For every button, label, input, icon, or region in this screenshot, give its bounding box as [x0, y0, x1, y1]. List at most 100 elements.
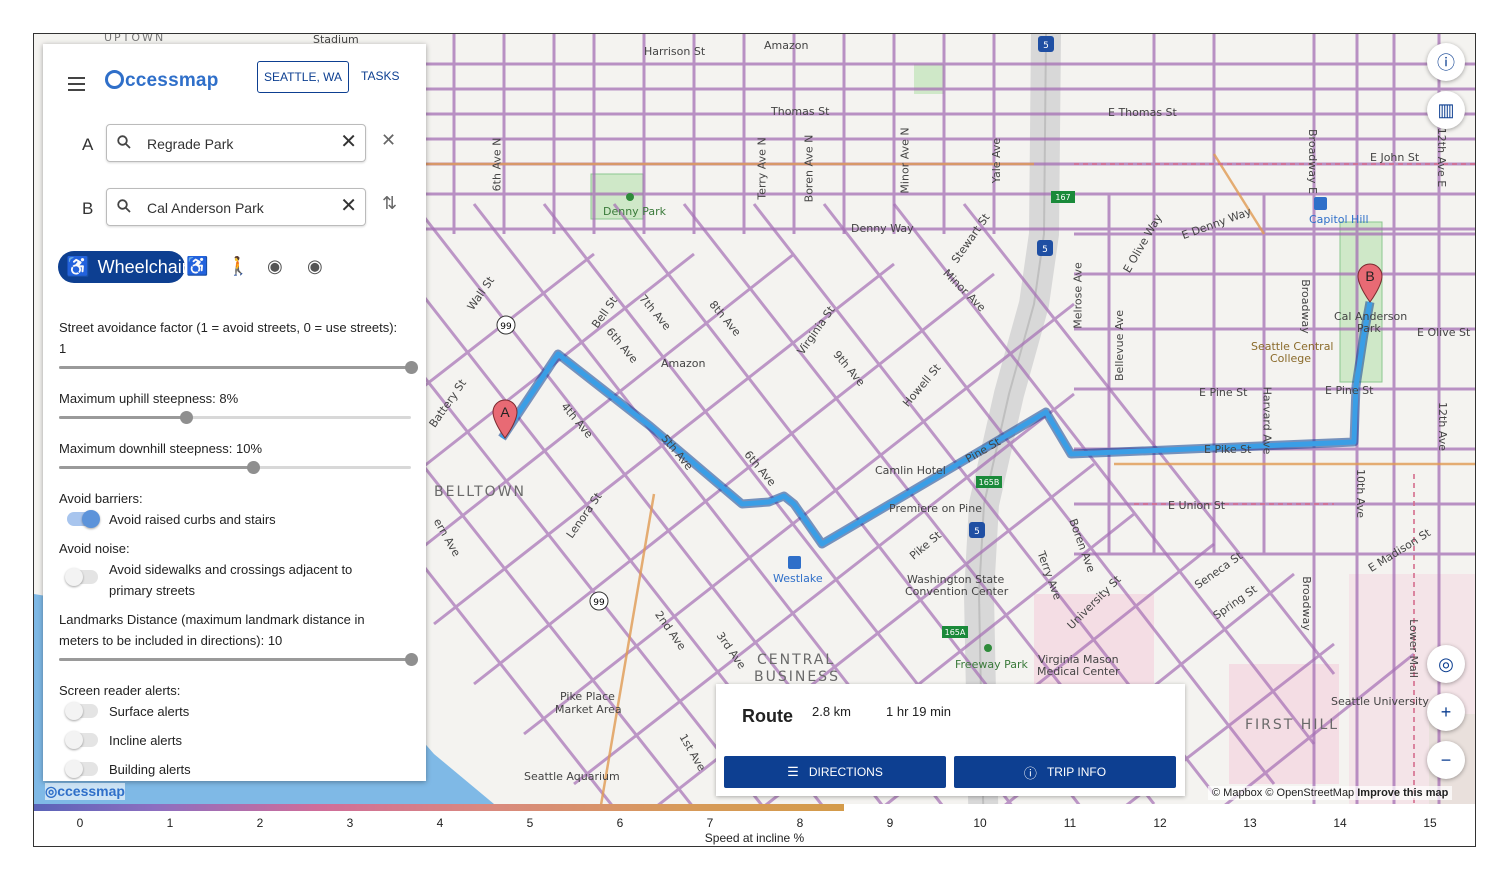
exit-167-shield: 167 — [1051, 191, 1075, 203]
zoom-in-button[interactable]: + — [1427, 693, 1465, 731]
landmarks-slider[interactable] — [59, 653, 418, 666]
label-seattle-university: Seattle University — [1331, 695, 1429, 708]
label-yale: Yale Ave — [990, 137, 1004, 184]
legend-tick: 11 — [1063, 816, 1077, 830]
label-cal-anderson-2: Park — [1357, 322, 1381, 335]
attribution-osm[interactable]: © OpenStreetMap — [1265, 787, 1354, 799]
label-aquarium: Seattle Aquarium — [524, 770, 620, 783]
slider-knob[interactable] — [246, 461, 260, 474]
accessmap-watermark-logo: ◎ccessmap — [45, 783, 125, 800]
toggle-knob — [65, 568, 83, 586]
slider-fill — [59, 416, 186, 419]
legend-tick: 1 — [166, 816, 174, 830]
capitol-hill-transit-icon — [1314, 197, 1327, 210]
directions-button[interactable]: ☰ DIRECTIONS — [724, 756, 946, 788]
i5-shield-top: 5 — [1038, 36, 1054, 52]
destination-search-field[interactable]: Cal Anderson Park ✕ — [106, 188, 366, 226]
mode-custom-2-icon[interactable]: ◉ — [307, 256, 323, 277]
clear-destination-icon[interactable]: ✕ — [340, 196, 357, 216]
route-card: Route 2.8 km 1 hr 19 min ☰ DIRECTIONS ⓘ TR… — [716, 684, 1185, 796]
slider-knob[interactable] — [179, 411, 193, 424]
label-premiere: Premiere on Pine — [889, 502, 982, 515]
label-broadway-e: Broadway E — [1305, 129, 1319, 194]
avoid-noise-label: Avoid sidewalks and crossings adjacent t… — [109, 562, 353, 598]
route-duration: 1 hr 19 min — [886, 704, 952, 719]
label-wscc-2: Convention Center — [905, 585, 1009, 598]
menu-icon[interactable] — [68, 77, 85, 91]
legend-tick: 15 — [1423, 816, 1437, 830]
search-icon — [117, 135, 131, 149]
swap-waypoints-icon[interactable]: ⇅ — [382, 193, 397, 214]
svg-text:5: 5 — [974, 527, 980, 537]
legend-tick: 9 — [886, 816, 894, 830]
search-icon — [117, 199, 131, 213]
toggle-knob — [65, 760, 83, 778]
building-alerts-label: Building alerts — [109, 762, 191, 777]
mode-powered-wheelchair-icon[interactable]: ♿ — [186, 256, 208, 277]
trip-info-button[interactable]: ⓘ TRIP INFO — [954, 756, 1176, 788]
incline-alerts-toggle[interactable] — [65, 731, 98, 749]
slider-knob[interactable] — [405, 361, 418, 374]
label-e-pine-2: E Pine St — [1325, 384, 1374, 397]
marker-a-label: A — [500, 404, 510, 420]
info-button[interactable]: ⓘ — [1427, 43, 1465, 81]
mode-wheelchair-button[interactable]: ♿ Wheelchair — [58, 251, 188, 283]
label-twelfth-e: 12th Ave E — [1435, 127, 1449, 188]
street-avoidance-slider[interactable] — [59, 361, 418, 374]
label-seattle-central-2: College — [1270, 352, 1312, 365]
logo-ring-icon — [105, 70, 124, 89]
label-westlake: Westlake — [773, 572, 823, 585]
toggle-knob — [65, 702, 83, 720]
label-tenth: 10th Ave — [1353, 469, 1367, 518]
avoid-noise-toggle[interactable] — [65, 568, 98, 586]
origin-search-field[interactable]: Regrade Park ✕ — [106, 124, 366, 162]
attribution-mapbox[interactable]: © Mapbox — [1212, 787, 1262, 799]
legend-tick: 4 — [436, 816, 444, 830]
label-minor-n: Minor Ave N — [898, 127, 912, 194]
label-denny-way: Denny Way — [851, 222, 914, 235]
uphill-slider[interactable] — [59, 411, 411, 424]
sr99-shield-north: 99 — [496, 315, 516, 335]
label-harvard: Harvard Ave — [1260, 386, 1274, 455]
label-e-thomas: E Thomas St — [1108, 106, 1177, 119]
close-directions-icon[interactable]: ✕ — [381, 130, 396, 151]
marker-b-label: B — [1365, 268, 1374, 284]
wheelchair-icon: ♿ — [66, 257, 90, 278]
surface-alerts-toggle[interactable] — [65, 702, 98, 720]
district-central-business-2: BUSINESS — [754, 669, 840, 685]
label-e-union: E Union St — [1168, 499, 1226, 512]
label-e-olive: E Olive St — [1417, 326, 1471, 339]
zoom-out-button[interactable]: − — [1427, 741, 1465, 779]
avoid-barriers-heading: Avoid barriers: — [59, 491, 143, 506]
landmarks-label: Landmarks Distance (maximum landmark dis… — [59, 612, 365, 648]
freeway-park-tree-icon — [984, 644, 992, 652]
i5-shield-low: 5 — [969, 522, 985, 538]
attribution-improve[interactable]: Improve this map — [1357, 787, 1448, 799]
avoid-barriers-toggle[interactable] — [67, 510, 100, 528]
region-button[interactable]: SEATTLE, WA — [257, 61, 349, 93]
label-broadway-s: Broadway — [1299, 576, 1313, 631]
trip-info-button-label: TRIP INFO — [1046, 765, 1107, 779]
legend-tick: 8 — [796, 816, 804, 830]
route-title: Route — [742, 706, 793, 726]
label-camlin: Camlin Hotel — [875, 464, 946, 477]
mode-custom-1-icon[interactable]: ◉ — [267, 256, 283, 277]
label-thomas: Thomas St — [771, 105, 830, 118]
waypoint-b-letter: B — [82, 199, 94, 218]
legend-tick: 13 — [1243, 816, 1257, 830]
watermark-text: ccessmap — [57, 783, 125, 799]
tasks-button[interactable]: TASKS — [361, 69, 399, 83]
screen-reader-heading: Screen reader alerts: — [59, 683, 181, 698]
waypoint-a-letter: A — [82, 135, 94, 154]
map-layers-button[interactable]: ▥ — [1427, 91, 1465, 129]
crosshair-icon: ◎ — [1438, 653, 1454, 674]
label-virginia-mason-2: Medical Center — [1037, 665, 1120, 678]
clear-origin-icon[interactable]: ✕ — [340, 132, 357, 152]
downhill-slider[interactable] — [59, 461, 411, 474]
exit-165b-shield: 165B — [976, 476, 1002, 488]
mode-cane-icon[interactable]: 🚶 — [227, 256, 249, 277]
settings-panel: ccessmap SEATTLE, WA TASKS A Regrade Par… — [43, 44, 426, 781]
building-alerts-toggle[interactable] — [65, 760, 98, 778]
locate-button[interactable]: ◎ — [1427, 645, 1465, 683]
slider-knob[interactable] — [405, 653, 418, 666]
